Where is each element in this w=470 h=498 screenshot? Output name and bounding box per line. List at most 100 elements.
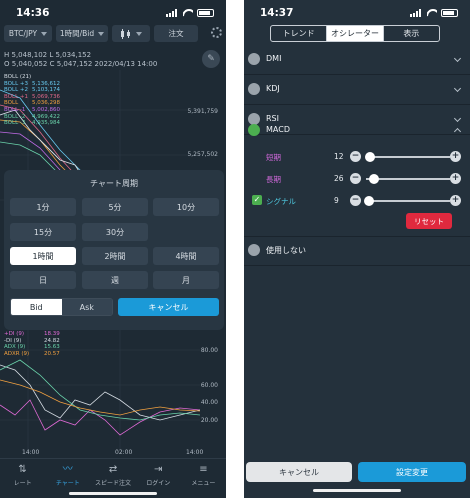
param-slider[interactable] [366,156,450,158]
nav-rate[interactable]: ⇅ レート [0,459,45,498]
indicator-row-none[interactable]: 使用しない [244,236,470,266]
plus-button[interactable]: + [450,151,461,162]
tab-display[interactable]: 表示 [384,26,439,41]
legend-name: BOLL (21) [4,74,32,80]
legend-entry: BOLL 5,036,298 [4,100,60,106]
interval-select[interactable]: 1時間/Bid [56,25,108,42]
apply-settings-button[interactable]: 設定変更 [358,462,466,482]
legend-value: 5,002,860 [32,107,60,113]
home-indicator [69,492,157,495]
status-time: 14:37 [260,7,294,19]
rate-arrows-icon: ⇅ [18,464,27,475]
legend-value: 4,969,422 [32,113,60,120]
param-value: 9 [334,196,339,205]
param-label: 長期 [266,175,281,184]
chevron-down-icon [41,31,48,36]
nav-label: ログイン [146,480,171,487]
indicator-label: KDJ [266,84,280,93]
legend-entry: BOLL +1 5,069,736 [4,93,60,100]
period-button[interactable]: 1時間 [10,247,76,265]
radio-button[interactable] [248,244,260,256]
indicator-row-dmi[interactable]: DMI [244,45,470,75]
chart-type-select[interactable] [112,25,150,42]
indicator-name: ADX (9) [4,344,26,350]
y-axis-label: 80.00 [200,347,218,354]
slider-knob[interactable] [369,174,380,184]
legend-name: BOLL +1 [4,93,28,100]
legend-name: BOLL +3 [4,80,28,87]
order-button[interactable]: 注文 [154,25,198,42]
param-short: 短期 12 − + [244,146,470,170]
slider-knob[interactable] [363,196,374,206]
indicator-row-kdj[interactable]: KDJ [244,75,470,105]
cancel-button[interactable]: キャンセル [118,298,219,316]
slider-knob[interactable] [365,152,376,162]
tab-trend[interactable]: トレンド [271,26,328,41]
chevron-down-icon[interactable] [453,54,462,63]
chevron-up-icon[interactable] [453,127,462,136]
radio-button[interactable] [248,53,260,65]
legend-value: 5,136,612 [32,80,60,87]
minus-button[interactable]: − [350,195,361,206]
chevron-down-icon[interactable] [453,84,462,93]
period-button[interactable]: 週 [82,271,148,289]
period-button[interactable]: 2時間 [82,247,148,265]
indicator-label: DMI [266,54,282,63]
period-button[interactable]: 15分 [10,223,76,241]
minus-button[interactable]: − [350,151,361,162]
battery-icon [441,9,458,17]
param-signal: ✓ シグナル 9 − + [244,190,470,214]
legend-value: 5,103,174 [32,87,60,94]
period-button[interactable]: 5分 [82,198,148,216]
gear-icon[interactable] [211,27,222,38]
indicator-row-macd[interactable]: MACD [244,116,470,146]
tab-oscillator[interactable]: オシレーター [327,26,384,41]
legend-name: BOLL -2 [4,113,26,120]
nav-label: レート [13,480,32,487]
period-button[interactable]: 30分 [82,223,148,241]
minus-button[interactable]: − [350,173,361,184]
y-axis-label: 5,391,759 [187,108,218,115]
plus-button[interactable]: + [450,195,461,206]
status-bar: 14:36 [0,0,226,26]
indicator-value: 24.82 [44,337,60,344]
menu-icon: ≡ [199,464,208,475]
param-label: シグナル [266,197,296,206]
signal-icon [166,9,179,17]
radio-button-selected[interactable] [248,124,260,136]
cancel-button[interactable]: キャンセル [246,462,352,482]
period-button[interactable]: 月 [153,271,219,289]
indicator-name: -DI (9) [4,337,22,344]
legend-entry: BOLL -1 5,002,860 [4,107,60,113]
nav-menu[interactable]: ≡ メニュー [181,459,226,498]
ohlc-line-2: O 5,040,052 C 5,047,152 2022/04/13 14:00 [4,60,158,68]
plus-button[interactable]: + [450,173,461,184]
nav-label: スピード注文 [95,480,132,487]
period-button[interactable]: 1分 [10,198,76,216]
reset-button[interactable]: リセット [406,213,452,229]
period-button[interactable]: 4時間 [153,247,219,265]
chart-toolbar: BTC/JPY 1時間/Bid 注文 [4,25,226,43]
y-axis-label: 60.00 [200,382,218,389]
x-axis-label: 14:00 [22,449,40,456]
param-slider[interactable] [366,200,450,202]
period-button[interactable]: 10分 [153,198,219,216]
signal-checkbox[interactable]: ✓ [252,195,262,205]
ask-option[interactable]: Ask [61,299,112,315]
x-axis-label: 14:00 [186,449,204,456]
radio-button[interactable] [248,83,260,95]
y-axis-label: 20.00 [200,417,218,424]
edit-pencil-icon[interactable]: ✎ [202,50,220,68]
modal-title: チャート周期 [90,179,138,188]
bid-option[interactable]: Bid [11,299,62,315]
legend-name: BOLL -3 [4,120,26,127]
status-icons [166,9,214,17]
legend-entry: BOLL +2 5,103,174 [4,87,60,94]
period-button[interactable]: 日 [10,271,76,289]
bid-ask-toggle: Bid Ask [10,298,113,316]
currency-pair-select[interactable]: BTC/JPY [4,25,52,42]
wifi-icon [427,9,437,17]
legend-name: BOLL +2 [4,87,28,94]
y-axis-label: 40.00 [200,399,218,406]
legend-entry: BOLL +3 5,136,612 [4,80,60,87]
